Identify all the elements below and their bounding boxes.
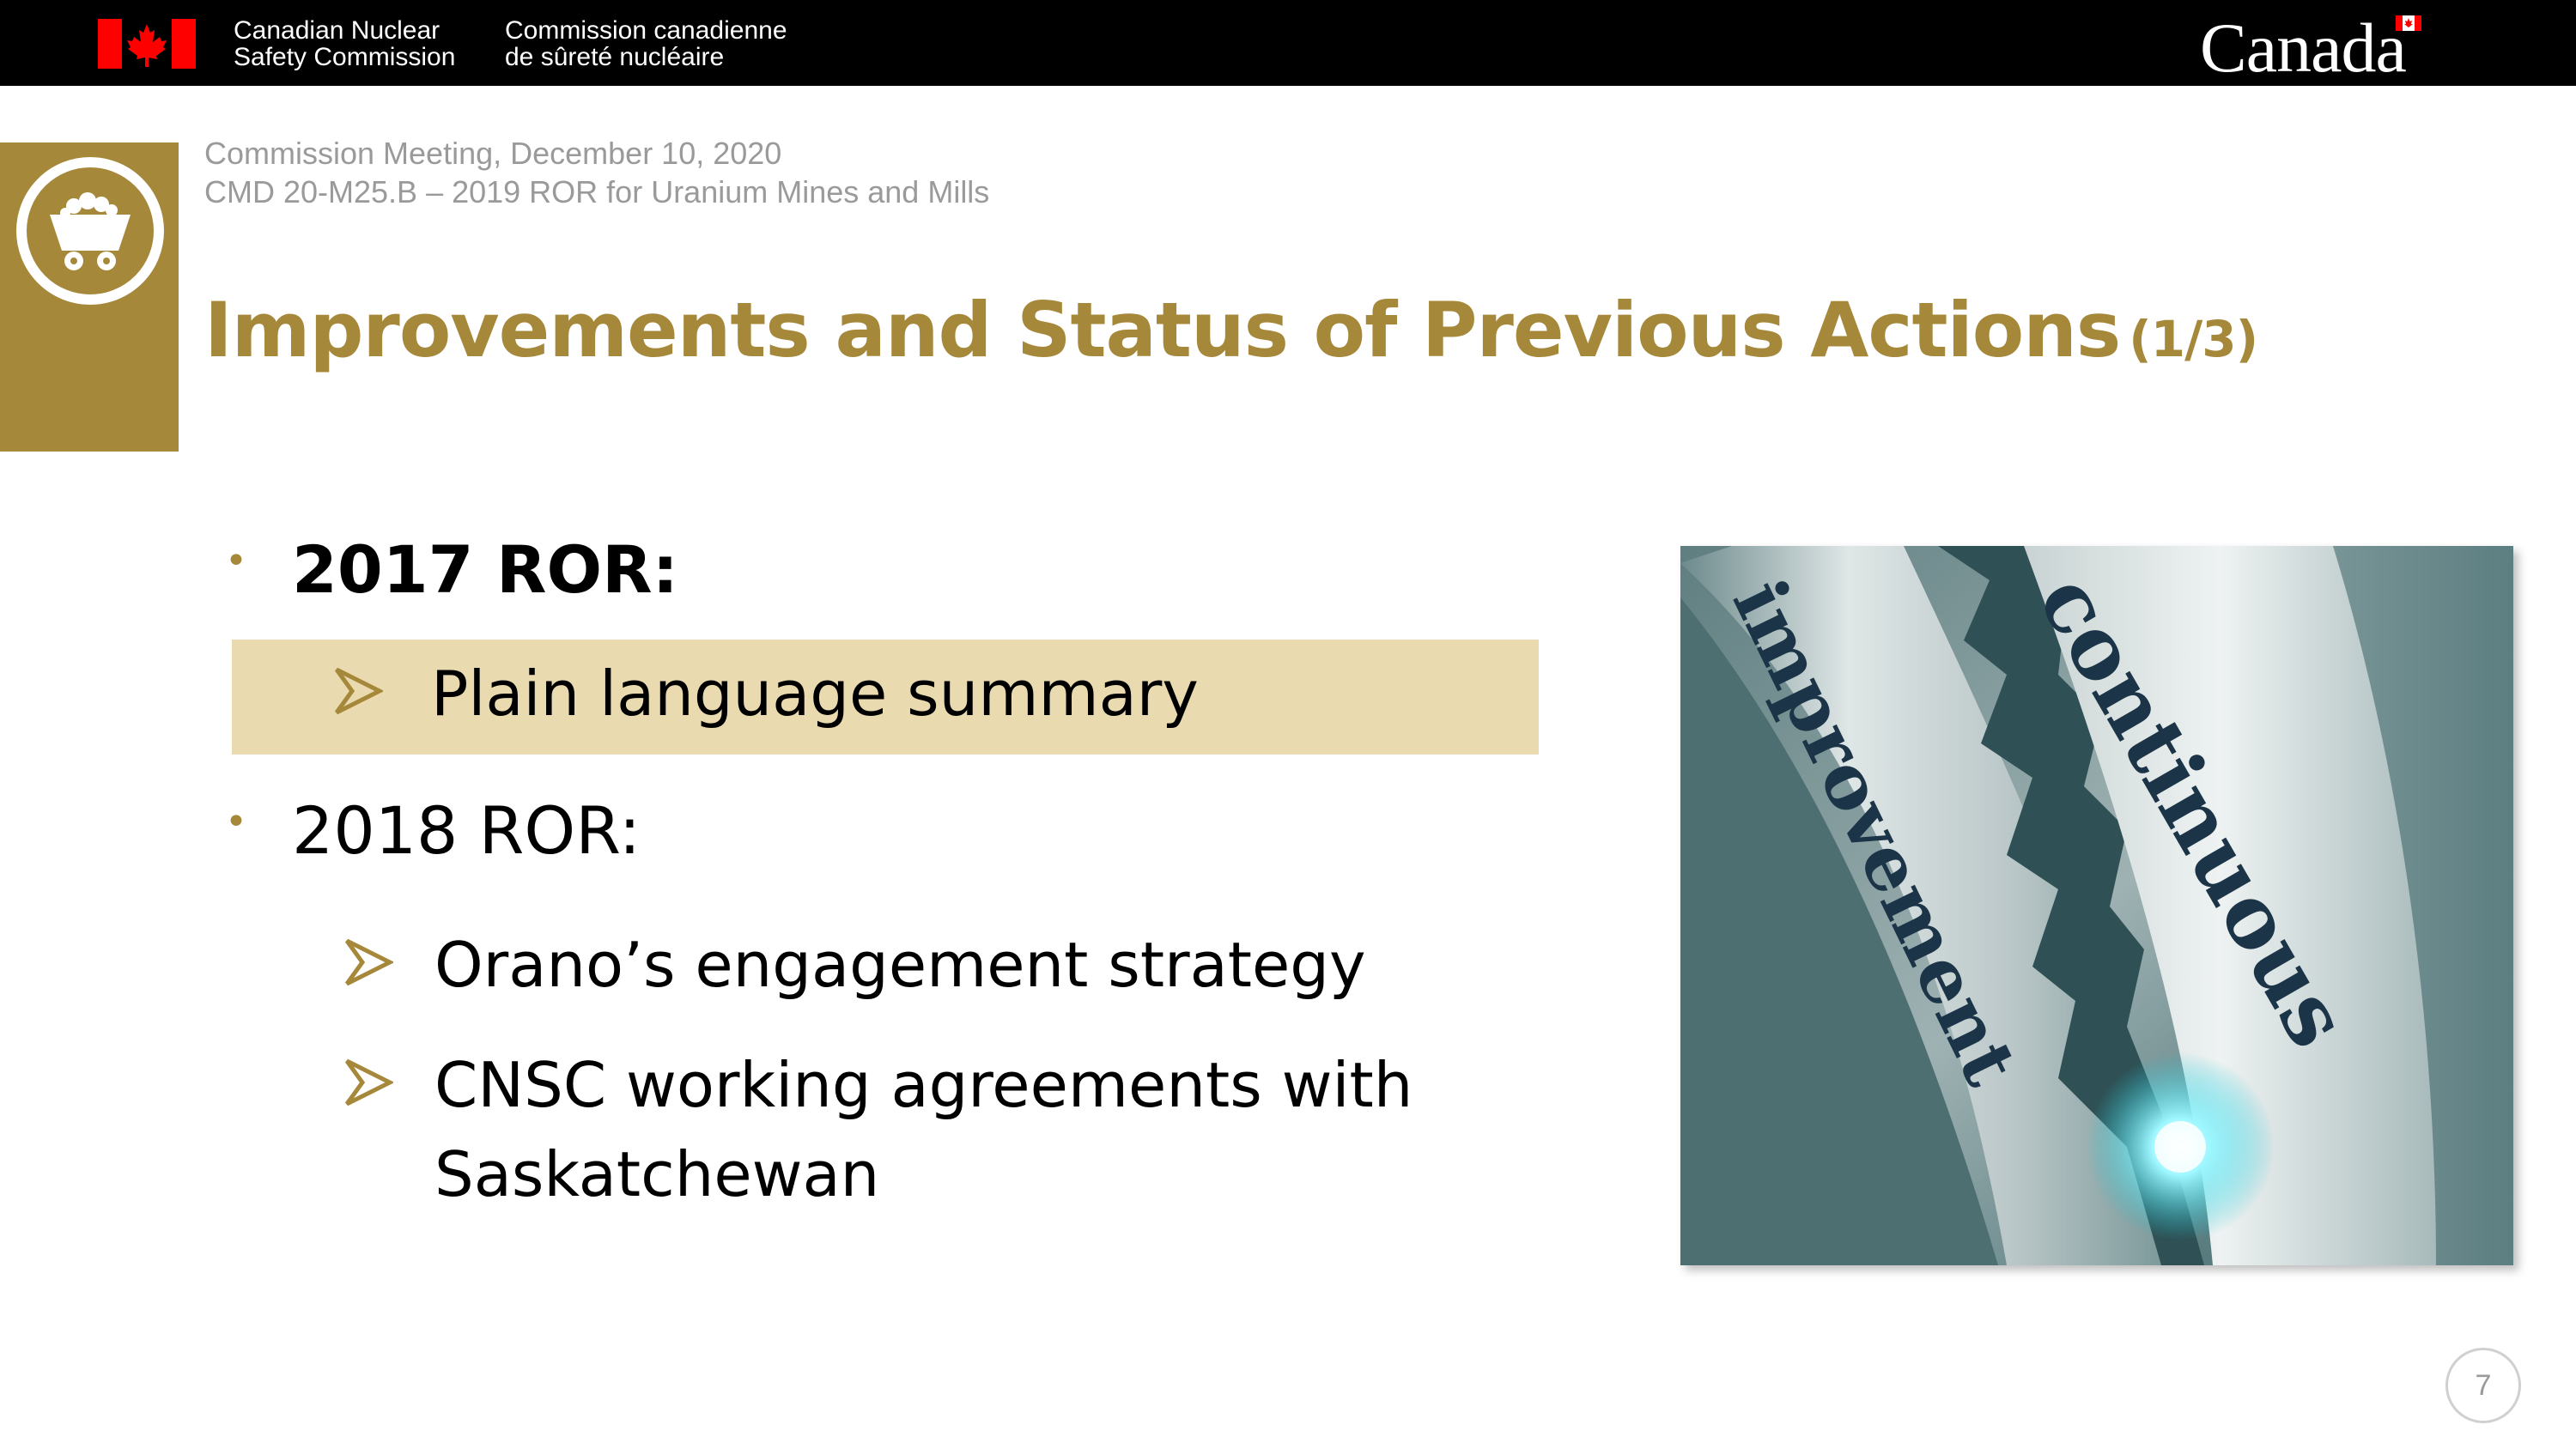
org-name-french: Commission canadienne de sûreté nucléair… [505,17,787,70]
sub-item-line-2: Saskatchewan [434,1138,880,1210]
bullet-2017-ror: 2017 ROR: [292,531,679,608]
flag-bar-left [98,19,122,69]
header-bar: Canadian Nuclear Safety Commission Commi… [0,0,2576,87]
canada-wordmark: Canada [2200,9,2407,87]
bullet-dot: • [225,800,247,844]
slide-title-suffix: (1/3) [2129,310,2258,368]
org-name-english: Canadian Nuclear Safety Commission [234,17,455,70]
wordmark-flag-icon [2396,15,2421,31]
gears-illustration: improvement continuous [1680,546,2513,1265]
canada-flag-icon [98,19,196,69]
maple-leaf-icon [122,19,172,69]
arrow-bullet-icon [344,1058,393,1106]
page-number: 7 [2445,1348,2521,1423]
sub-item-working-agreements: CNSC working agreements with Saskatchewa… [434,1040,1413,1219]
bullet-2018-ror: 2018 ROR: [292,792,641,869]
arrow-bullet-icon [334,667,383,715]
slide-title-text: Improvements and Status of Previous Acti… [204,286,2121,374]
org-fr-line-2: de sûreté nucléaire [505,43,725,71]
arrow-bullet-icon [344,938,393,986]
meeting-date: Commission Meeting, December 10, 2020 [204,136,782,171]
flag-bar-right [172,19,196,69]
slide-title: Improvements and Status of Previous Acti… [204,283,2258,386]
org-en-line-1: Canadian Nuclear [234,16,440,45]
sub-item-engagement-strategy: Orano’s engagement strategy [434,929,1366,1001]
bullet-dot: • [225,539,247,583]
org-en-line-2: Safety Commission [234,43,456,71]
sub-item-plain-language-summary: Plain language summary [431,658,1199,730]
org-fr-line-1: Commission canadienne [505,16,787,45]
flag-middle [122,19,172,69]
sub-item-line-1: CNSC working agreements with [434,1049,1413,1121]
continuous-improvement-image: improvement continuous [1680,546,2513,1265]
document-reference: CMD 20-M25.B – 2019 ROR for Uranium Mine… [204,174,990,209]
mine-cart-icon [16,157,164,305]
